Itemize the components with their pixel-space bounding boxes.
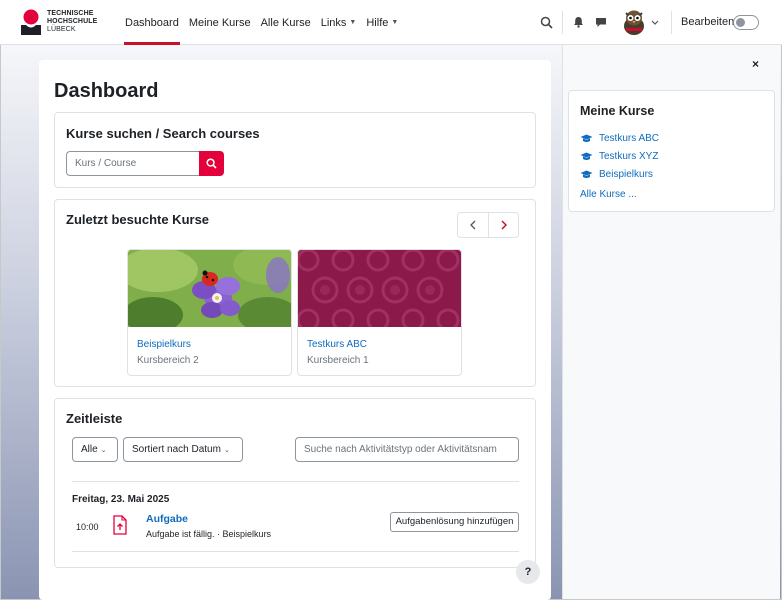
course-image xyxy=(298,250,461,327)
next-page-button[interactable] xyxy=(489,213,519,237)
close-drawer-button[interactable]: × xyxy=(752,57,759,71)
timeline-search-input[interactable]: Suche nach Aktivitätstyp oder Aktivitäts… xyxy=(295,437,519,462)
nav-dashboard[interactable]: Dashboard xyxy=(120,0,184,45)
timeline-block: Zeitleiste Alle ⌄ Sortiert nach Datum ⌄ Su… xyxy=(54,398,536,568)
nav-help-menu[interactable]: Hilfe ▼ xyxy=(361,0,403,45)
assignment-upload-icon xyxy=(113,515,127,535)
graduation-cap-icon xyxy=(580,134,593,142)
nav-my-courses[interactable]: Meine Kurse xyxy=(184,0,256,45)
help-button[interactable]: ? xyxy=(516,560,540,584)
logo-mark-icon xyxy=(21,9,41,35)
avatar[interactable] xyxy=(622,9,646,35)
recent-courses-title: Zuletzt besuchte Kurse xyxy=(66,212,210,227)
logo-text: TECHNISCHE HOCHSCHULE LÜBECK xyxy=(47,10,98,33)
top-navbar: TECHNISCHE HOCHSCHULE LÜBECK Dashboard M… xyxy=(0,0,782,45)
timeline-date-heading: Freitag, 23. Mai 2025 xyxy=(72,494,170,505)
chevron-down-icon: ▼ xyxy=(349,19,357,26)
divider xyxy=(72,481,519,482)
search-icon xyxy=(206,158,217,169)
course-search-block: Kurse suchen / Search courses Kurs / Cou… xyxy=(54,112,536,188)
page-title: Dashboard xyxy=(54,80,159,102)
course-search-title: Kurse suchen / Search courses xyxy=(66,126,260,141)
my-courses-title: Meine Kurse xyxy=(580,104,655,118)
nav-links-menu[interactable]: Links ▼ xyxy=(316,0,362,45)
timeline-title: Zeitleiste xyxy=(66,411,123,426)
course-search-input[interactable]: Kurs / Course xyxy=(66,151,199,176)
chat-icon[interactable] xyxy=(592,13,610,31)
navbar-divider xyxy=(671,11,672,34)
course-card[interactable]: Testkurs ABC Kursbereich 1 xyxy=(297,249,462,376)
timeline-event-time: 10:00 xyxy=(76,522,99,532)
recent-courses-pager xyxy=(457,212,519,238)
main-content: Dashboard Kurse suchen / Search courses … xyxy=(39,60,551,600)
block-drawer: × Meine Kurse Testkurs ABC Testkurs XYZ … xyxy=(562,45,780,599)
divider xyxy=(72,551,519,552)
course-category: Kursbereich 1 xyxy=(307,355,369,366)
timeline-sort-select[interactable]: Sortiert nach Datum ⌄ xyxy=(123,437,243,462)
course-search-button[interactable] xyxy=(199,151,224,176)
my-course-link[interactable]: Beispielkurs xyxy=(580,167,653,181)
chevron-down-icon: ⌄ xyxy=(223,447,230,454)
chevron-right-icon xyxy=(501,220,507,230)
add-submission-button[interactable]: Aufgabenlösung hinzufügen xyxy=(390,512,519,532)
site-logo[interactable]: TECHNISCHE HOCHSCHULE LÜBECK xyxy=(20,8,110,38)
chevron-down-icon[interactable] xyxy=(650,13,660,31)
timeline-event-link[interactable]: Aufgabe xyxy=(146,513,188,525)
bell-icon[interactable] xyxy=(569,13,587,31)
search-icon[interactable] xyxy=(537,13,555,31)
chevron-left-icon xyxy=(470,220,476,230)
navbar-divider xyxy=(562,11,563,34)
edit-mode-label: Bearbeiten xyxy=(681,16,735,28)
my-courses-block: Meine Kurse Testkurs ABC Testkurs XYZ Be… xyxy=(568,90,775,212)
graduation-cap-icon xyxy=(580,152,593,160)
my-course-link[interactable]: Testkurs ABC xyxy=(580,131,659,145)
chevron-down-icon: ⌄ xyxy=(100,447,107,454)
timeline-event-subtitle: Aufgabe ist fällig. · Beispielkurs xyxy=(146,529,272,539)
previous-page-button[interactable] xyxy=(458,213,488,237)
course-name-link[interactable]: Beispielkurs xyxy=(137,339,191,350)
course-category: Kursbereich 2 xyxy=(137,355,199,366)
chevron-down-icon: ▼ xyxy=(391,19,399,26)
all-courses-link[interactable]: Alle Kurse ... xyxy=(580,189,637,200)
nav-all-courses[interactable]: Alle Kurse xyxy=(256,0,316,45)
primary-navigation: Dashboard Meine Kurse Alle Kurse Links ▼ … xyxy=(120,0,403,45)
edit-mode-toggle[interactable] xyxy=(733,15,759,30)
course-image xyxy=(128,250,291,327)
recent-courses-block: Zuletzt besuchte Kurse Beispielkurs Kurs… xyxy=(54,199,536,387)
timeline-filter-select[interactable]: Alle ⌄ xyxy=(72,437,118,462)
my-course-link[interactable]: Testkurs XYZ xyxy=(580,149,658,163)
course-card[interactable]: Beispielkurs Kursbereich 2 xyxy=(127,249,292,376)
course-name-link[interactable]: Testkurs ABC xyxy=(307,339,367,350)
graduation-cap-icon xyxy=(580,170,593,178)
